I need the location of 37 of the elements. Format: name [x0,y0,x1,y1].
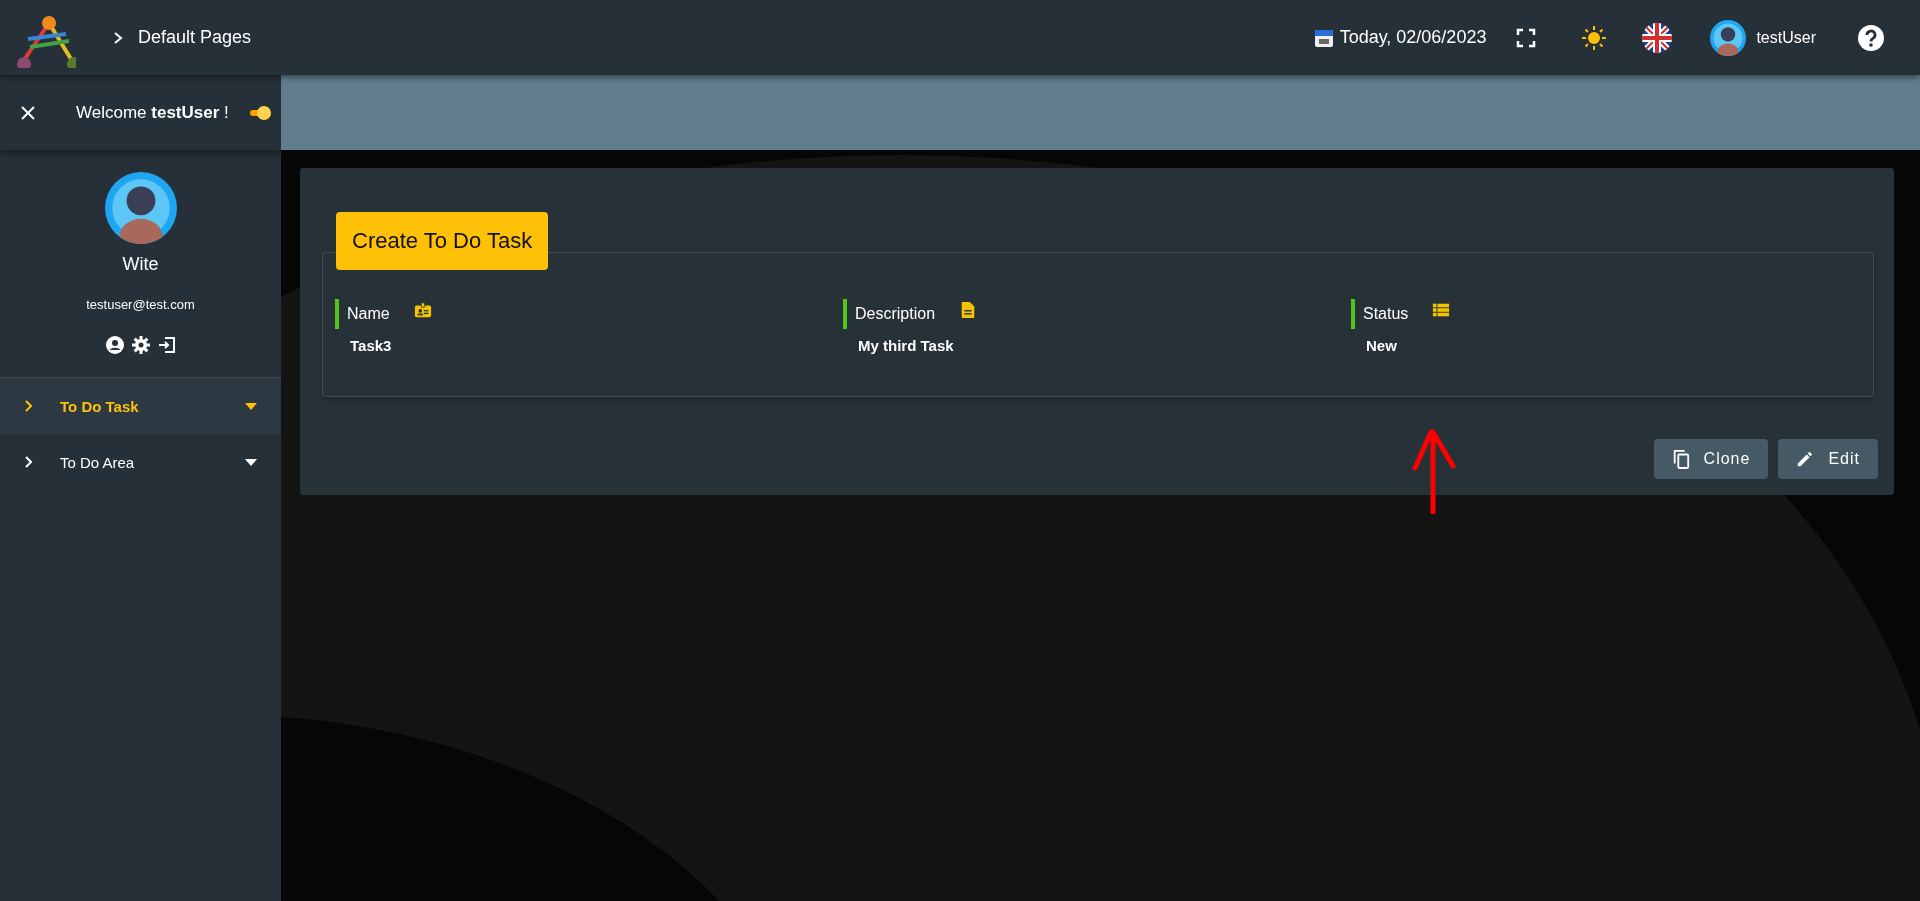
id-card-icon [413,301,432,319]
flag-icon[interactable] [1642,22,1673,53]
field-value: New [1365,336,1398,354]
calendar-icon [1313,27,1334,48]
account-icon[interactable] [105,336,124,354]
user-name[interactable]: testUser [1756,28,1816,47]
dropdown-caret-icon [245,458,257,466]
avatar-icon [104,172,177,244]
field-label: Status [1363,305,1409,323]
field-label: Description [855,305,936,323]
settings-icon[interactable] [131,336,150,354]
pencil-icon [1796,449,1815,469]
sun-icon[interactable] [1582,25,1607,50]
field-value: My third Task [857,336,955,354]
create-task-button[interactable]: Create To Do Task [336,212,549,270]
toggle-switch[interactable] [249,104,273,121]
list-icon [1432,301,1451,319]
breadcrumb[interactable]: Default Pages [138,27,252,48]
chevron-icon [24,456,34,468]
help-icon[interactable] [1858,24,1884,51]
chevron-icon [112,30,124,45]
chevron-icon [24,400,34,412]
profile-name: Wite [122,254,159,275]
profile-email: testuser@test.com [86,297,195,312]
edit-button[interactable]: Edit [1778,439,1878,479]
field-value: Task3 [349,336,393,354]
field-label: Name [347,305,390,323]
menu-item[interactable]: To Do Area [0,434,281,490]
menu-item[interactable]: To Do Task [0,378,281,434]
welcome-text: Welcome testUser ! [76,102,230,123]
date-label: Today, 02/06/2023 [1339,27,1487,48]
copy-icon [1671,449,1690,469]
avatar-icon [1710,19,1747,56]
clone-button[interactable]: Clone [1653,439,1769,479]
logout-icon[interactable] [157,336,176,354]
dropdown-caret-icon [245,402,257,410]
close-icon[interactable] [20,104,36,121]
